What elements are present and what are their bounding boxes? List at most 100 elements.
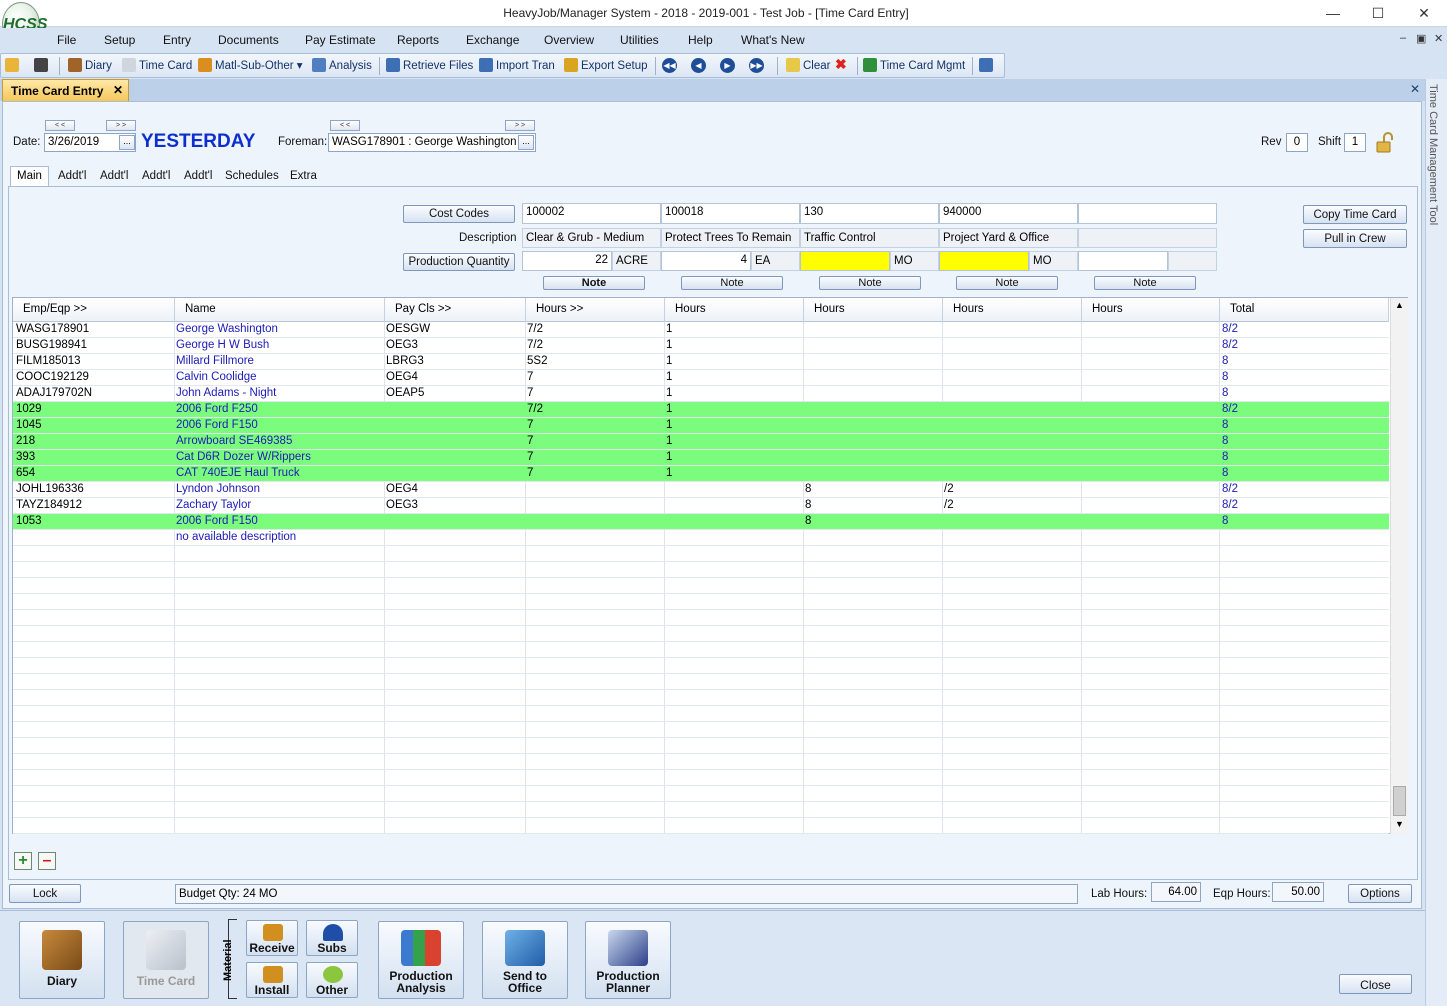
cell-pay-cls[interactable]: OEG3 (386, 499, 418, 511)
empty-row[interactable] (13, 594, 1389, 610)
empty-row[interactable] (13, 722, 1389, 738)
table-row[interactable]: no available description (13, 530, 1389, 546)
prod-qty-3[interactable] (800, 251, 890, 271)
cell-emp-eqp[interactable]: WASG178901 (16, 323, 89, 335)
save-icon[interactable] (34, 58, 51, 72)
subtab-extra[interactable]: Extra (290, 170, 317, 182)
empty-row[interactable] (13, 562, 1389, 578)
menu-setup[interactable]: Setup (104, 33, 135, 47)
minimize-button[interactable]: — (1310, 0, 1356, 27)
cost-code-2[interactable]: 100018 (661, 203, 800, 224)
production-planner-button[interactable]: Production Planner (585, 921, 671, 999)
cell-emp-eqp[interactable]: ADAJ179702N (16, 387, 92, 399)
delete-icon[interactable]: ✖ (835, 56, 847, 73)
header-pay-cls[interactable]: Pay Cls >> (385, 298, 526, 322)
note-button-4[interactable]: Note (956, 276, 1058, 290)
table-row[interactable]: 654 CAT 740EJE Haul Truck 7 1 8 (13, 466, 1389, 482)
empty-row[interactable] (13, 578, 1389, 594)
toolbar-clear[interactable]: Clear (786, 58, 830, 72)
cell-pay-cls[interactable]: OEG4 (386, 371, 418, 383)
empty-row[interactable] (13, 770, 1389, 786)
mdi-restore-icon[interactable]: ▣ (1416, 32, 1426, 45)
cell-hours-2[interactable]: 1 (666, 387, 672, 399)
menu-utilities[interactable]: Utilities (620, 33, 659, 47)
empty-row[interactable] (13, 786, 1389, 802)
cell-total[interactable]: 8/2 (1222, 483, 1238, 495)
cell-hours-2[interactable]: 1 (666, 339, 672, 351)
cell-emp-eqp[interactable]: TAYZ184912 (16, 499, 82, 511)
copy-time-card-button[interactable]: Copy Time Card (1303, 205, 1407, 224)
cell-emp-eqp[interactable]: 1053 (16, 515, 42, 527)
table-row[interactable]: 393 Cat D6R Dozer W/Rippers 7 1 8 (13, 450, 1389, 466)
date-prev-button[interactable]: < < (45, 120, 75, 131)
install-button[interactable]: Install (246, 962, 298, 998)
empty-row[interactable] (13, 690, 1389, 706)
cell-total[interactable]: 8/2 (1222, 499, 1238, 511)
toolbar-retrieve-files[interactable]: Retrieve Files (386, 58, 473, 72)
empty-row[interactable] (13, 754, 1389, 770)
cell-hours-2[interactable]: 1 (666, 323, 672, 335)
cost-code-5[interactable] (1078, 203, 1217, 224)
cell-hours-2[interactable]: 1 (666, 435, 672, 447)
open-folder-icon[interactable] (5, 58, 22, 72)
cell-emp-eqp[interactable]: COOC192129 (16, 371, 89, 383)
cost-code-3[interactable]: 130 (800, 203, 939, 224)
cell-name[interactable]: Lyndon Johnson (176, 483, 260, 495)
toolbar-matl-sub-other[interactable]: Matl-Sub-Other ▾ (198, 58, 303, 72)
cost-code-4[interactable]: 940000 (939, 203, 1078, 224)
mdi-close-icon[interactable]: ✕ (1434, 32, 1443, 45)
header-hours-2[interactable]: Hours (665, 298, 804, 322)
prod-qty-1[interactable]: 22 (522, 251, 612, 271)
cell-name[interactable]: Zachary Taylor (176, 499, 251, 511)
cell-pay-cls[interactable]: OESGW (386, 323, 430, 335)
cell-name[interactable]: 2006 Ford F150 (176, 515, 258, 527)
cell-emp-eqp[interactable]: 1045 (16, 419, 42, 431)
cost-codes-button[interactable]: Cost Codes (403, 205, 515, 223)
table-row[interactable]: 218 Arrowboard SE469385 7 1 8 (13, 434, 1389, 450)
header-hours-5[interactable]: Hours (1082, 298, 1220, 322)
foreman-next-button[interactable]: > > (505, 120, 535, 131)
note-button-2[interactable]: Note (681, 276, 783, 290)
cell-hours-3[interactable]: 8 (805, 483, 811, 495)
cell-hours-2[interactable]: 1 (666, 419, 672, 431)
prod-qty-2[interactable]: 4 (661, 251, 751, 271)
cell-hours-1[interactable]: 7 (527, 451, 533, 463)
cell-emp-eqp[interactable]: 393 (16, 451, 35, 463)
cell-emp-eqp[interactable]: 1029 (16, 403, 42, 415)
note-button-3[interactable]: Note (819, 276, 921, 290)
toolbar-analysis[interactable]: Analysis (312, 58, 372, 72)
cell-total[interactable]: 8 (1222, 419, 1228, 431)
last-record-icon[interactable]: ▶▶ (749, 58, 764, 73)
production-quantity-button[interactable]: Production Quantity (403, 253, 515, 271)
close-tab-icon[interactable]: ✕ (113, 83, 123, 97)
table-row[interactable]: 1053 2006 Ford F150 8 8 (13, 514, 1389, 530)
options-button[interactable]: Options (1348, 884, 1412, 903)
pull-in-crew-button[interactable]: Pull in Crew (1303, 229, 1407, 248)
empty-row[interactable] (13, 658, 1389, 674)
note-button-5[interactable]: Note (1094, 276, 1196, 290)
cell-name[interactable]: George H W Bush (176, 339, 269, 351)
send-to-office-button[interactable]: Send to Office (482, 921, 568, 999)
table-row[interactable]: FILM185013 Millard Fillmore LBRG3 5S2 1 8 (13, 354, 1389, 370)
prod-qty-5[interactable] (1078, 251, 1168, 271)
schedule-icon[interactable] (979, 58, 996, 72)
table-row[interactable]: WASG178901 George Washington OESGW 7/2 1 8/2 (13, 322, 1389, 338)
table-row[interactable]: COOC192129 Calvin Coolidge OEG4 7 1 8 (13, 370, 1389, 386)
add-row-button[interactable]: + (14, 852, 32, 870)
cell-emp-eqp[interactable]: 654 (16, 467, 35, 479)
receive-button[interactable]: Receive (246, 920, 298, 956)
cell-name[interactable]: Cat D6R Dozer W/Rippers (176, 451, 311, 463)
side-panel-label[interactable]: Time Card Management Tool (1427, 84, 1439, 225)
note-button-1[interactable]: Note (543, 276, 645, 290)
close-button[interactable]: Close (1339, 974, 1412, 994)
empty-row[interactable] (13, 642, 1389, 658)
cell-total[interactable]: 8 (1222, 467, 1228, 479)
cell-name[interactable]: 2006 Ford F150 (176, 419, 258, 431)
cell-name[interactable]: no available description (176, 531, 296, 543)
cell-hours-3[interactable]: 8 (805, 499, 811, 511)
toolbar-time-card-mgmt[interactable]: Time Card Mgmt (863, 58, 965, 72)
cell-total[interactable]: 8/2 (1222, 339, 1238, 351)
menu-overview[interactable]: Overview (544, 33, 594, 47)
subtab-addtl-1[interactable]: Addt'l (58, 170, 86, 182)
menu-entry[interactable]: Entry (163, 33, 191, 47)
